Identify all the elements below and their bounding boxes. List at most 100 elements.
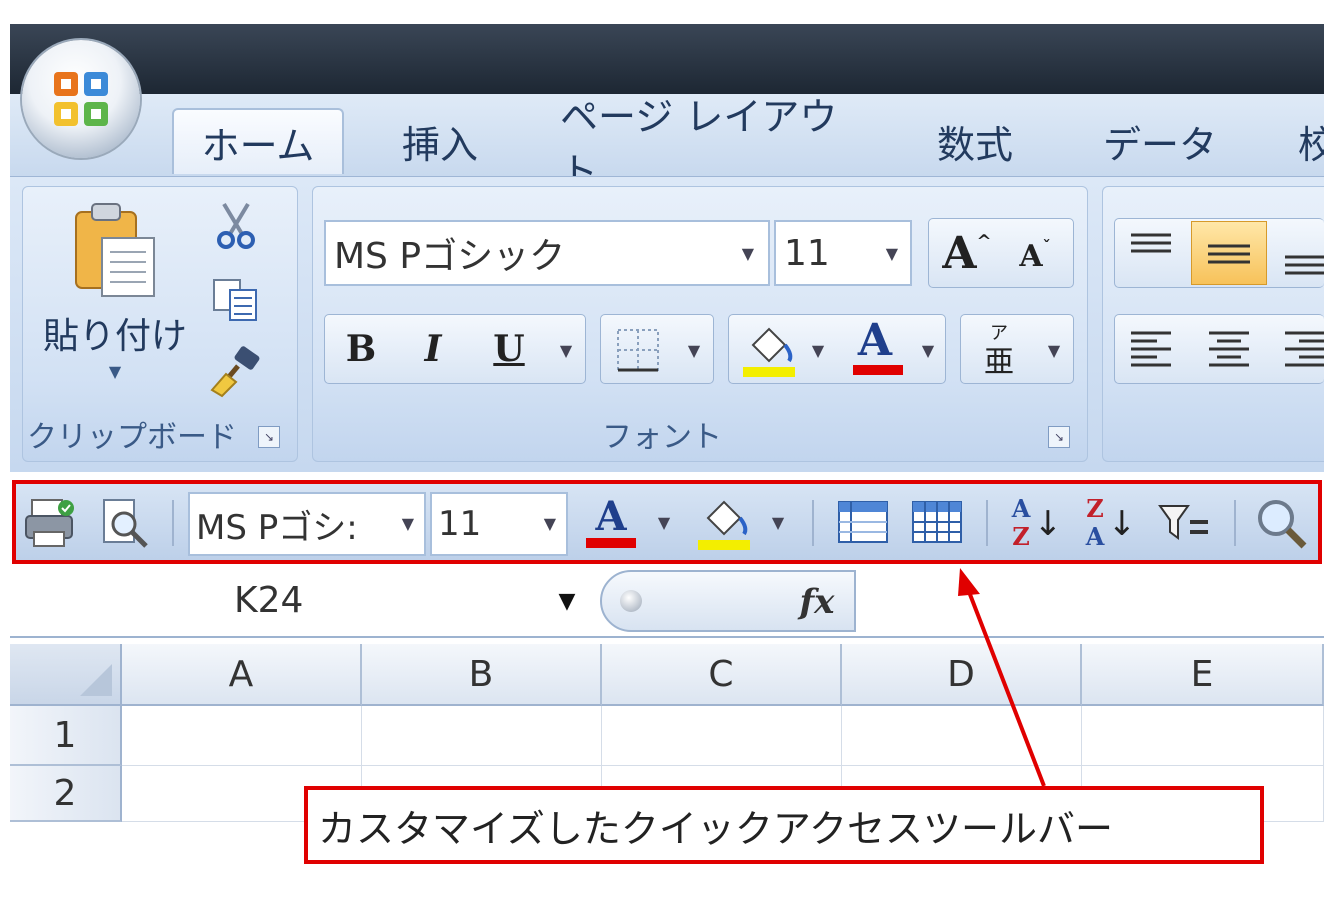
grow-font-button[interactable]: A ^ [935, 223, 999, 283]
borders-button[interactable]: ▼ [600, 314, 714, 384]
chevron-down-icon[interactable]: ▼ [913, 335, 943, 365]
filter-icon[interactable] [1156, 500, 1212, 546]
tab-label: 挿入 [401, 122, 478, 167]
row-header-1[interactable]: 1 [10, 706, 122, 766]
cell-a1[interactable] [122, 706, 362, 766]
sort-descending-button[interactable]: Z A ↓ [1080, 494, 1137, 552]
row-number: 1 [53, 714, 77, 756]
copy-icon[interactable] [210, 276, 262, 324]
column-header-e[interactable]: E [1082, 644, 1324, 706]
tab-label: ホーム [201, 123, 315, 168]
cell-c1[interactable] [602, 706, 842, 766]
align-left-icon[interactable] [1127, 327, 1175, 371]
format-painter-icon[interactable] [208, 346, 266, 398]
chevron-down-icon[interactable]: ▼ [742, 244, 754, 263]
name-box-value: K24 [234, 580, 304, 621]
formula-bar-caption: fx [600, 570, 856, 632]
color-buttons: ▼ A ▼ [728, 314, 946, 384]
align-center-icon[interactable] [1205, 327, 1253, 371]
chevron-down-icon[interactable]: ▼ [679, 335, 709, 365]
sort-ascending-button[interactable]: A Z ↓ [1006, 493, 1063, 552]
underline-button[interactable]: U [481, 321, 537, 377]
insert-rows-icon[interactable] [836, 498, 890, 546]
tab-label: 数式 [936, 122, 1013, 167]
column-header-b[interactable]: B [362, 644, 602, 706]
column-letter: B [468, 653, 494, 695]
name-box-dropdown-icon[interactable]: ▼ [552, 588, 582, 614]
qat-font-name-combo[interactable]: MS Pゴシ: ▼ [188, 492, 426, 556]
select-all-button[interactable] [10, 644, 122, 706]
formula-bar-expand-icon[interactable] [620, 590, 642, 612]
chevron-down-icon[interactable]: ▼ [650, 508, 678, 536]
row-header-2[interactable]: 2 [10, 766, 122, 822]
chevron-down-icon[interactable]: ▼ [764, 508, 792, 536]
paste-button[interactable]: 貼り付け ▼ [40, 196, 190, 396]
tab-page-layout[interactable]: ページ レイアウト [560, 95, 860, 194]
qat-fill-color-icon[interactable] [694, 494, 754, 552]
font-color-button[interactable]: A [845, 314, 905, 379]
shrink-font-button[interactable]: Aˇ [1005, 229, 1065, 283]
qat-font-size-value: 11 [438, 504, 482, 544]
cell-e1[interactable] [1082, 706, 1324, 766]
paste-label: 貼り付け [42, 316, 187, 357]
align-right-icon[interactable] [1281, 327, 1324, 371]
office-button[interactable] [22, 40, 140, 158]
tab-review[interactable]: 校 [1298, 108, 1324, 174]
office-logo-icon [54, 72, 108, 126]
font-size-combo[interactable]: 11 ▼ [774, 220, 912, 286]
align-middle-button[interactable] [1191, 221, 1267, 285]
phonetic-button[interactable]: ア 亜 ▼ [960, 314, 1074, 384]
chevron-down-icon[interactable]: ▼ [402, 514, 414, 533]
formula-input[interactable] [858, 570, 1322, 632]
font-color-swatch [853, 365, 903, 375]
align-top-icon[interactable] [1127, 229, 1175, 269]
borders-icon [617, 329, 659, 372]
chevron-down-icon[interactable]: ▼ [803, 335, 833, 365]
align-bottom-icon[interactable] [1281, 237, 1324, 281]
underline-dropdown-icon[interactable]: ▼ [551, 335, 581, 365]
cell-b1[interactable] [362, 706, 602, 766]
column-header-c[interactable]: C [602, 644, 842, 706]
qat-font-size-combo[interactable]: 11 ▼ [430, 492, 568, 556]
name-box[interactable]: K24 ▼ [12, 570, 598, 632]
qat-font-color-button[interactable]: A [584, 493, 638, 552]
tab-formulas[interactable]: 数式 [910, 108, 1040, 174]
column-letter: E [1190, 653, 1214, 695]
sort-down-arrow-icon: ↓ [1107, 504, 1137, 544]
quick-print-icon[interactable] [22, 496, 78, 550]
sort-asc-bottom-letter: Z [1012, 521, 1030, 551]
fill-color-icon[interactable] [739, 321, 799, 379]
print-preview-icon[interactable] [98, 496, 154, 550]
chevron-down-icon[interactable]: ▼ [886, 244, 898, 263]
clipboard-group-label: クリップボード [27, 420, 237, 455]
clipboard-dialog-launcher-icon[interactable]: ↘ [258, 426, 280, 448]
shrink-font-icon: A [1019, 238, 1043, 274]
font-dialog-launcher-icon[interactable]: ↘ [1048, 426, 1070, 448]
insert-function-button[interactable]: fx [790, 578, 844, 626]
annotation-arrow-icon [958, 568, 1046, 787]
column-header-a[interactable]: A [122, 644, 362, 706]
cut-icon[interactable] [214, 200, 258, 252]
insert-table-icon[interactable] [910, 498, 964, 546]
tab-label: データ [1102, 122, 1217, 167]
column-letter: C [708, 653, 734, 695]
chevron-down-icon[interactable]: ▼ [1039, 335, 1069, 365]
qat-font-color-swatch [586, 538, 636, 548]
tab-data[interactable]: データ [1090, 108, 1230, 174]
font-color-icon: A [857, 314, 893, 366]
sort-asc-top-letter: A [1011, 493, 1031, 523]
find-icon[interactable] [1254, 496, 1310, 550]
paste-dropdown-arrow-icon[interactable]: ▼ [40, 356, 190, 386]
qat-separator [986, 500, 988, 546]
annotation-callout: カスタマイズしたクイックアクセスツールバー [304, 786, 1264, 864]
phonetic-icon: ア 亜 [971, 321, 1027, 380]
chevron-down-icon[interactable]: ▼ [544, 514, 556, 533]
style-buttons: B I U ▼ [324, 314, 586, 384]
tab-insert[interactable]: 挿入 [380, 108, 500, 174]
qat-font-name-value: MS Pゴシ: [196, 507, 358, 548]
qat-separator [812, 500, 814, 546]
font-name-combo[interactable]: MS Pゴシック ▼ [324, 220, 770, 286]
bold-button[interactable]: B [333, 321, 389, 377]
italic-button[interactable]: I [405, 321, 461, 377]
tab-home[interactable]: ホーム [172, 108, 344, 174]
